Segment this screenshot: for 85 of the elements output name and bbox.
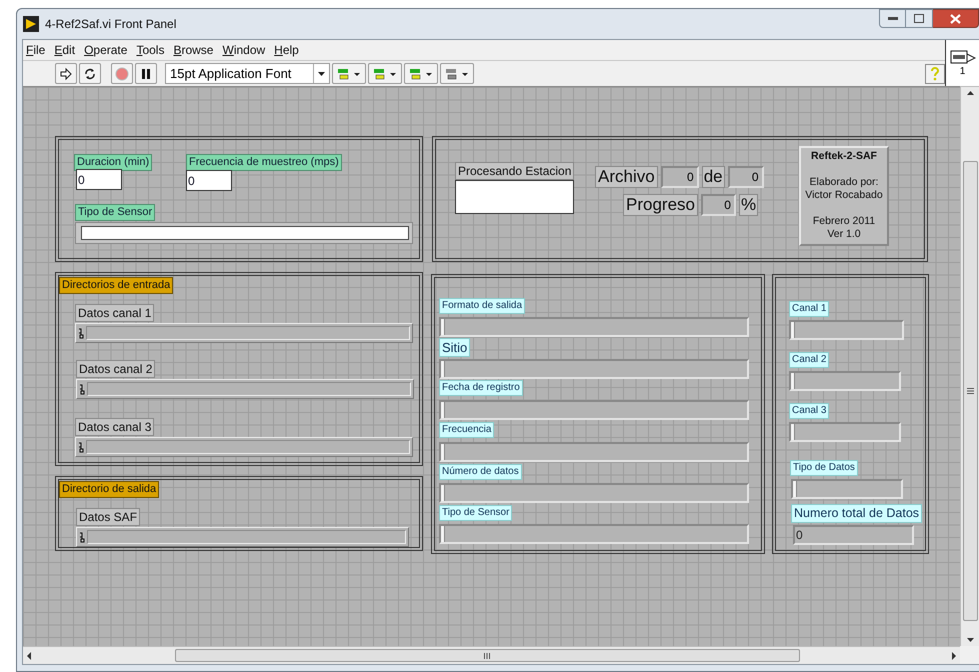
about-text: Reftek-2-SAF xyxy=(811,150,877,163)
control-label: Directorios de entrada xyxy=(59,277,174,294)
menu-item[interactable]: Window xyxy=(222,41,266,59)
about-text: Elaborado por: xyxy=(810,176,878,189)
menu-item[interactable]: File xyxy=(26,41,46,59)
menu-item[interactable]: Operate xyxy=(84,41,128,59)
control-label: Numero total de Datos xyxy=(791,504,922,522)
path-icon xyxy=(78,328,84,338)
control-label: Sitio xyxy=(439,338,470,357)
close-icon xyxy=(950,14,961,24)
of-label: de xyxy=(702,166,725,188)
control-label: Canal 1 xyxy=(789,301,830,317)
minimize-icon xyxy=(888,16,898,20)
app-icon xyxy=(23,16,39,32)
menu-item[interactable]: Edit xyxy=(54,41,76,59)
connector-pane[interactable]: 1 xyxy=(945,40,979,86)
cycle-arrows-icon xyxy=(83,66,97,80)
font-dropdown[interactable]: 15pt Application Font xyxy=(165,63,330,84)
minimize-button[interactable] xyxy=(879,9,906,28)
control-label: Tipo de Sensor xyxy=(75,204,156,221)
question-mark-icon xyxy=(930,66,940,80)
stop-icon xyxy=(115,66,129,80)
numeric-indicator: 0 xyxy=(793,525,914,545)
horizontal-scrollbar[interactable] xyxy=(23,646,960,664)
progress-label: Progreso xyxy=(623,194,698,216)
control-label: Duracion (min) xyxy=(74,154,152,171)
caret-icon xyxy=(318,72,325,76)
path-icon xyxy=(79,384,85,394)
file-label: Archivo xyxy=(595,166,658,188)
vertical-scrollbar[interactable] xyxy=(960,86,979,646)
maximize-icon xyxy=(914,14,924,23)
maximize-button[interactable] xyxy=(906,9,933,28)
pause-icon xyxy=(141,68,151,78)
vi-connector-icon xyxy=(950,50,976,66)
close-button[interactable] xyxy=(933,9,979,28)
control-label: Datos canal 2 xyxy=(76,360,156,378)
numeric-indicator: 0 xyxy=(700,194,736,216)
align-button[interactable] xyxy=(332,63,366,84)
control-label: Canal 3 xyxy=(789,403,830,419)
control-label: Datos SAF xyxy=(76,508,140,526)
control-label: Directorio de salida xyxy=(59,481,160,498)
arrow-icon xyxy=(59,66,73,80)
control-label: Frecuencia de muestreo (mps) xyxy=(186,154,342,171)
path-field[interactable] xyxy=(75,437,413,457)
resize-button[interactable] xyxy=(404,63,438,84)
pause-button[interactable] xyxy=(135,63,157,84)
control-label: Canal 2 xyxy=(789,352,830,368)
path-field[interactable] xyxy=(76,527,409,547)
run-continuously-button[interactable] xyxy=(79,63,101,84)
control-label: Formato de salida xyxy=(439,298,526,314)
control-label: Datos canal 1 xyxy=(75,304,154,322)
numeric-control[interactable]: 0 xyxy=(186,170,232,191)
help-button[interactable] xyxy=(925,64,945,84)
connector-number: 1 xyxy=(960,66,966,76)
menu-item[interactable]: Tools xyxy=(136,41,164,59)
control-label: Tipo de Datos xyxy=(790,460,858,476)
menu-item[interactable]: Browse xyxy=(173,41,214,59)
about-text: Ver 1.0 xyxy=(827,228,861,241)
alignment-icon xyxy=(372,68,398,80)
text-control[interactable] xyxy=(75,222,413,244)
control-label: Número de datos xyxy=(439,464,522,480)
distribute-button[interactable] xyxy=(368,63,402,84)
control-label: Procesando Estacion xyxy=(455,162,574,180)
reorder-button[interactable] xyxy=(440,63,474,84)
unit-label: % xyxy=(738,194,758,216)
control-label: Datos canal 3 xyxy=(75,418,154,436)
path-icon xyxy=(78,442,84,452)
run-button[interactable] xyxy=(55,63,77,84)
control-label: Frecuencia xyxy=(439,422,494,438)
control-label: Fecha de registro xyxy=(439,380,523,396)
numeric-control[interactable]: 0 xyxy=(76,169,122,190)
alignment-icon xyxy=(408,68,434,80)
grip-icon xyxy=(484,652,491,658)
numeric-indicator: 0 xyxy=(728,166,764,188)
path-field[interactable] xyxy=(76,379,414,399)
about-text: Victor Rocabado xyxy=(805,189,883,202)
numeric-indicator: 0 xyxy=(660,166,699,188)
path-icon xyxy=(79,532,85,542)
menu-item[interactable]: Help xyxy=(274,41,299,59)
control-label: Tipo de Sensor xyxy=(439,505,512,521)
window-title: 4-Ref2Saf.vi Front Panel xyxy=(45,16,176,33)
about-text: Febrero 2011 xyxy=(812,215,876,228)
alignment-icon xyxy=(336,68,362,80)
grip-icon xyxy=(966,388,974,394)
path-field[interactable] xyxy=(75,323,413,343)
